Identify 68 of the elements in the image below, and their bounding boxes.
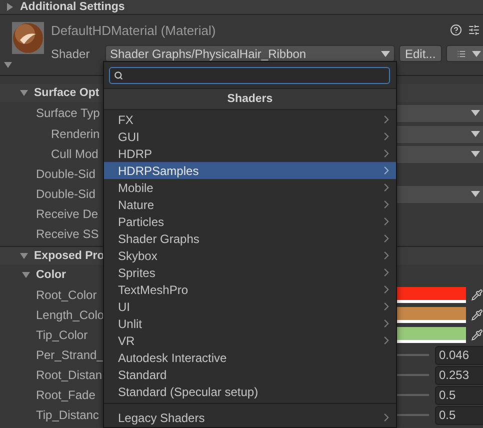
menu-item[interactable]: Mobile — [104, 179, 396, 196]
menu-title: Shaders — [227, 93, 273, 105]
number-field[interactable]: 0.253 — [435, 366, 483, 384]
menu-item[interactable]: Legacy Shaders — [104, 409, 396, 426]
property-label: Receive De — [36, 207, 98, 221]
material-title: DefaultHDMaterial (Material) — [51, 22, 217, 38]
property-label: Receive SS — [36, 227, 99, 241]
number-field[interactable]: 0.046 — [435, 346, 483, 364]
help-icon[interactable] — [450, 24, 462, 36]
property-label: Root_Color — [36, 288, 97, 302]
shader-label: Shader — [51, 46, 91, 60]
color-field[interactable] — [396, 327, 466, 343]
menu-item[interactable]: Shader Graphs — [104, 230, 396, 247]
property-label: Tip_Color — [36, 328, 88, 342]
eyedropper-icon[interactable] — [471, 329, 483, 341]
menu-item[interactable]: Skybox — [104, 247, 396, 264]
property-label: Double-Sid — [36, 167, 96, 181]
color-field[interactable] — [396, 287, 466, 303]
caret-icon — [471, 151, 480, 157]
expanded-triangle-icon[interactable] — [20, 89, 28, 97]
eyedropper-icon[interactable] — [471, 309, 483, 321]
property-label: Renderin — [51, 127, 100, 141]
property-label: Length_Colo — [36, 308, 104, 322]
search-icon — [114, 71, 123, 80]
menu-item[interactable]: TextMeshPro — [104, 281, 396, 298]
property-label: Root_Fade — [36, 388, 96, 402]
material-preview-icon — [12, 22, 44, 54]
section-title[interactable]: Surface Opt — [34, 87, 100, 99]
menu-item[interactable]: VR — [104, 332, 396, 349]
number-field[interactable]: 0.5 — [435, 386, 483, 404]
property-label: Per_Strand_ — [36, 348, 104, 362]
section-title[interactable]: Additional Settings — [20, 1, 125, 13]
number-field[interactable]: 0.5 — [435, 406, 483, 424]
menu-item[interactable]: Standard (Specular setup) — [104, 383, 396, 400]
menu-item[interactable]: UI — [104, 298, 396, 315]
menu-item[interactable]: GUI — [104, 128, 396, 145]
menu-item[interactable]: HDRPSamples — [104, 162, 396, 179]
property-label: Surface Typ — [36, 106, 100, 120]
caret-icon — [471, 110, 480, 116]
menu-item[interactable]: FX — [104, 111, 396, 128]
shader-dropdown[interactable]: Shader Graphs/PhysicalHair_Ribbon — [105, 45, 395, 62]
menu-item[interactable]: Unlit — [104, 315, 396, 332]
menu-item[interactable]: HDRP — [104, 145, 396, 162]
search-field[interactable] — [109, 67, 390, 84]
expanded-triangle-icon[interactable] — [4, 61, 12, 69]
menu-item[interactable]: Standard — [104, 366, 396, 383]
caret-icon — [381, 50, 390, 56]
caret-icon — [471, 131, 480, 137]
menu-button[interactable] — [446, 45, 483, 62]
eyedropper-icon[interactable] — [471, 289, 483, 301]
color-field[interactable] — [396, 307, 466, 323]
property-label: Double-Sid — [36, 187, 96, 201]
property-label: Tip_Distanc — [36, 408, 99, 422]
caret-icon — [472, 50, 481, 56]
menu-item[interactable]: Particles — [104, 213, 396, 230]
property-label: Cull Mod — [51, 147, 98, 161]
menu-item[interactable]: Nature — [104, 196, 396, 213]
section-title[interactable]: Exposed Pro — [34, 250, 104, 262]
menu-item[interactable]: Autodesk Interactive — [104, 349, 396, 366]
menu-item[interactable]: Sprites — [104, 264, 396, 281]
edit-button[interactable]: Edit... — [399, 45, 442, 62]
expanded-triangle-icon[interactable] — [22, 271, 30, 279]
settings-icon[interactable] — [468, 24, 480, 36]
caret-icon — [471, 191, 480, 197]
group-title[interactable]: Color — [36, 269, 66, 281]
collapsed-triangle-icon[interactable] — [6, 3, 14, 11]
expanded-triangle-icon[interactable] — [20, 252, 28, 260]
property-label: Root_Distan — [36, 368, 102, 382]
